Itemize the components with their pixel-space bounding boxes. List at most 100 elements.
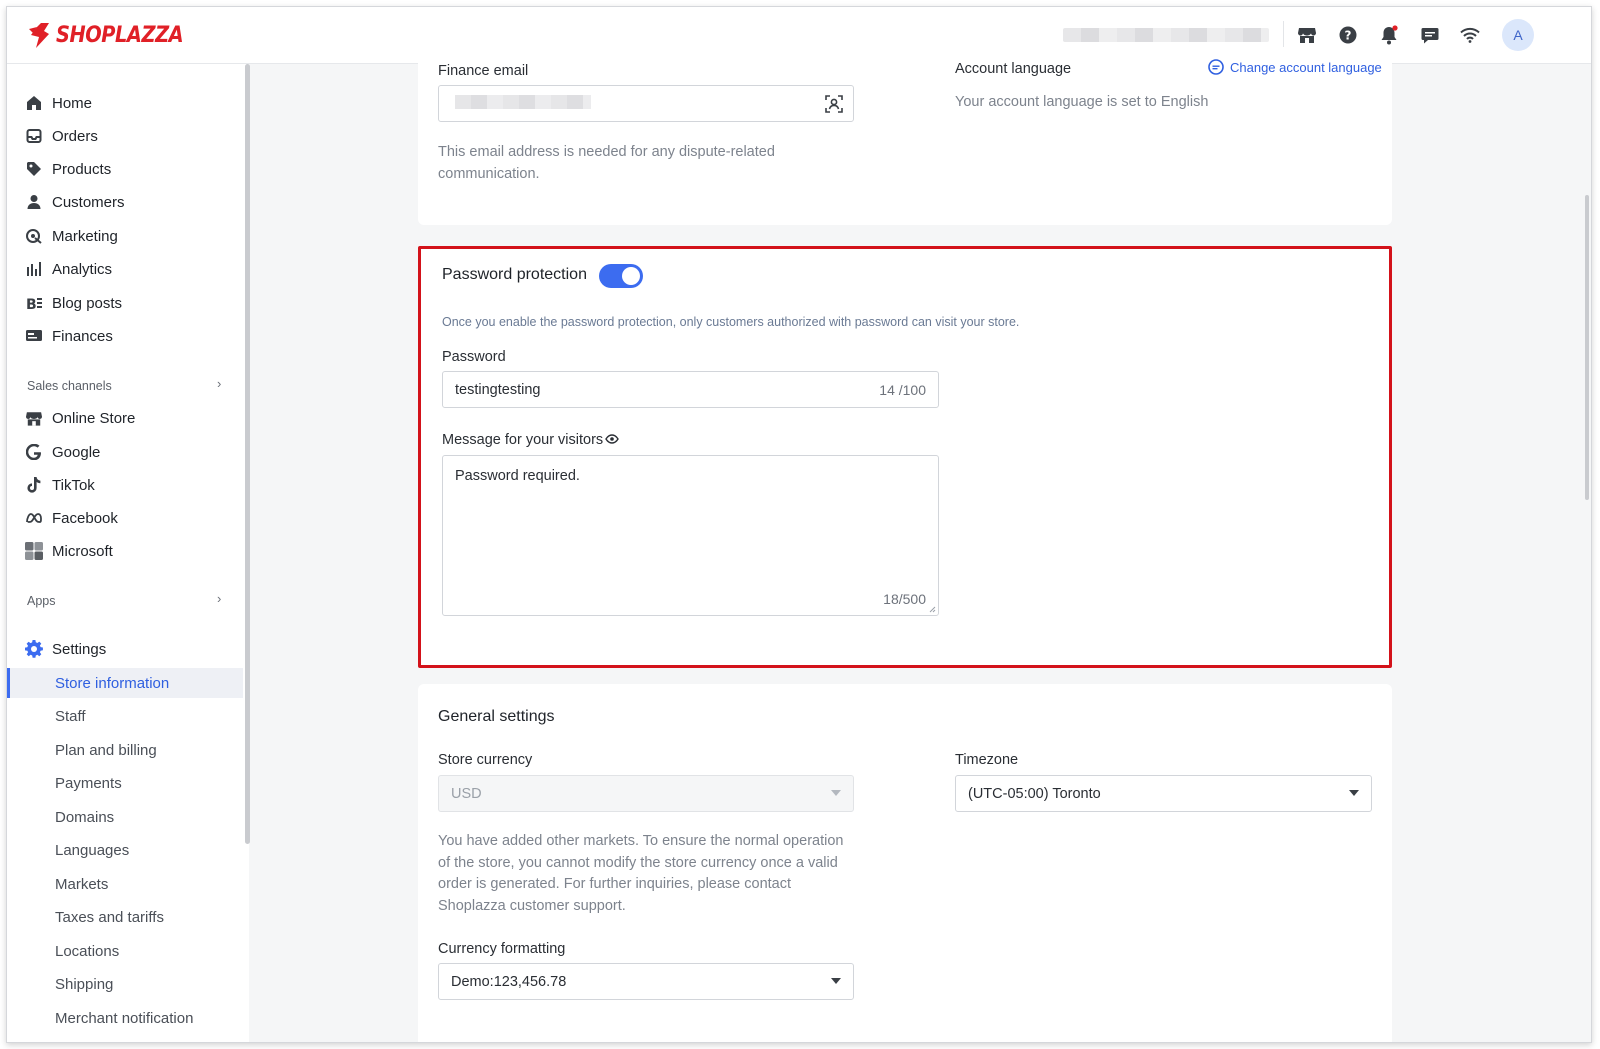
sidebar-item-home[interactable]: Home: [7, 88, 243, 118]
sidebar-subitem-staff[interactable]: Staff: [7, 701, 243, 731]
sidebar-item-label: Settings: [52, 640, 107, 658]
account-language-label: Account language: [955, 61, 1072, 77]
password-protection-description: Once you enable the password protection,…: [442, 315, 1020, 329]
sidebar-subitem-payments[interactable]: Payments: [7, 768, 243, 798]
store-icon[interactable]: [1295, 23, 1319, 47]
bar-chart-icon: [25, 260, 43, 278]
message-char-counter: 18/500: [883, 591, 926, 607]
resize-handle-icon[interactable]: [929, 606, 936, 613]
sidebar-item-label: Google: [52, 443, 101, 461]
finance-email-helper: This email address is needed for any dis…: [438, 144, 775, 182]
sidebar-item-label: TikTok: [52, 476, 95, 494]
sidebar-subitem-plan-and-billing[interactable]: Plan and billing: [7, 735, 243, 765]
password-input[interactable]: testingtesting 14 /100: [442, 371, 939, 408]
sidebar-item-customers[interactable]: Customers: [7, 187, 243, 217]
microsoft-icon: [25, 542, 43, 560]
visitor-message-textarea[interactable]: Password required. 18/500: [442, 455, 939, 616]
sidebar-item-microsoft[interactable]: Microsoft: [7, 536, 243, 566]
sidebar-item-analytics[interactable]: Analytics: [7, 254, 243, 284]
sidebar-subitem-shipping[interactable]: Shipping: [7, 969, 243, 999]
avatar[interactable]: A: [1502, 19, 1534, 51]
shoplazza-logo-icon: [29, 23, 49, 48]
sidebar-item-label: Facebook: [52, 509, 118, 527]
chevron-down-icon: [831, 790, 841, 796]
finance-email-label: Finance email: [438, 63, 529, 79]
chat-icon[interactable]: [1418, 23, 1442, 47]
sidebar-item-finances[interactable]: Finances: [7, 321, 243, 351]
wifi-icon[interactable]: [1458, 23, 1482, 47]
general-settings-title: General settings: [438, 708, 555, 725]
sidebar-subitem-store-information[interactable]: Store information: [7, 668, 243, 698]
currency-formatting-value: Demo:123,456.78: [451, 973, 567, 990]
divider: [1283, 21, 1284, 49]
sales-channels-heading[interactable]: Sales channels: [27, 379, 112, 393]
tiktok-icon: [25, 476, 43, 494]
sidebar-subitem-locations[interactable]: Locations: [7, 936, 243, 966]
finance-email-field[interactable]: [438, 85, 854, 122]
store-currency-select[interactable]: USD: [438, 775, 854, 812]
chevron-right-icon[interactable]: ›: [217, 591, 221, 606]
sidebar-item-label: Home: [52, 94, 93, 112]
chevron-right-icon[interactable]: ›: [217, 376, 221, 391]
meta-icon: [25, 509, 43, 527]
currency-formatting-select[interactable]: Demo:123,456.78: [438, 963, 854, 1000]
svg-text:B: B: [26, 297, 37, 311]
password-protection-card: Password protection Once you enable the …: [418, 246, 1392, 668]
apps-heading[interactable]: Apps: [27, 594, 56, 608]
password-protection-toggle[interactable]: [599, 264, 643, 288]
sidebar-item-tiktok[interactable]: TikTok: [7, 470, 243, 500]
chevron-down-icon: [831, 978, 841, 984]
main-scrollbar[interactable]: [1585, 195, 1589, 500]
orders-icon: [25, 127, 43, 145]
app-window: SHOPLAZZA ? A Home Orders Products Custo…: [6, 6, 1592, 1043]
password-label: Password: [442, 349, 506, 365]
sidebar-item-label: Customers: [52, 193, 125, 211]
person-icon: [25, 193, 43, 211]
change-language-link[interactable]: Change account language: [1208, 59, 1382, 75]
sidebar-item-orders[interactable]: Orders: [7, 121, 243, 151]
sidebar-scrollbar[interactable]: [245, 64, 250, 844]
chevron-down-icon: [1349, 790, 1359, 796]
shoplazza-logo[interactable]: SHOPLAZZA: [27, 21, 201, 49]
sidebar-item-online-store[interactable]: Online Store: [7, 403, 243, 433]
sidebar-item-settings[interactable]: Settings: [7, 634, 243, 664]
store-icon: [25, 409, 43, 427]
password-protection-title: Password protection: [442, 266, 587, 283]
sidebar-item-label: Products: [52, 160, 112, 178]
sidebar-item-label: Orders: [52, 127, 98, 145]
sidebar-item-label: Microsoft: [52, 542, 113, 560]
store-name-redacted[interactable]: [1063, 28, 1269, 42]
logo-text: SHOPLAZZA: [56, 22, 184, 48]
gear-icon: [25, 640, 43, 658]
sidebar-subitem-domains[interactable]: Domains: [7, 802, 243, 832]
store-currency-label: Store currency: [438, 752, 533, 768]
google-icon: [25, 443, 43, 461]
blog-icon: B: [25, 294, 43, 312]
sidebar-item-label: Marketing: [52, 227, 118, 245]
message-label-row: Message for your visitors: [442, 432, 619, 448]
sidebar-item-products[interactable]: Products: [7, 154, 243, 184]
sidebar-item-label: Finances: [52, 327, 113, 345]
eye-icon[interactable]: [605, 432, 619, 448]
sidebar-item-google[interactable]: Google: [7, 437, 243, 467]
account-card: Finance email This email address is need…: [418, 47, 1392, 225]
message-label: Message for your visitors: [442, 432, 604, 448]
marketing-icon: [25, 227, 43, 245]
contact-card-icon[interactable]: [825, 95, 843, 117]
sidebar-item-marketing[interactable]: Marketing: [7, 221, 243, 251]
store-currency-helper: You have added other markets. To ensure …: [438, 833, 844, 914]
sidebar-subitem-markets[interactable]: Markets: [7, 869, 243, 899]
sidebar-item-facebook[interactable]: Facebook: [7, 503, 243, 533]
timezone-value: (UTC-05:00) Toronto: [968, 785, 1101, 802]
currency-formatting-label: Currency formatting: [438, 941, 566, 957]
bell-icon[interactable]: [1377, 23, 1401, 47]
sidebar-subitem-languages[interactable]: Languages: [7, 835, 243, 865]
password-value: testingtesting: [455, 381, 541, 398]
sidebar-subitem-merchant-notification[interactable]: Merchant notification: [7, 1003, 243, 1033]
finance-email-redacted: [455, 95, 591, 109]
sidebar-subitem-taxes-and-tariffs[interactable]: Taxes and tariffs: [7, 902, 243, 932]
sidebar-item-blog-posts[interactable]: B Blog posts: [7, 288, 243, 318]
help-icon[interactable]: ?: [1336, 23, 1360, 47]
store-currency-value: USD: [451, 785, 482, 802]
timezone-select[interactable]: (UTC-05:00) Toronto: [955, 775, 1372, 812]
